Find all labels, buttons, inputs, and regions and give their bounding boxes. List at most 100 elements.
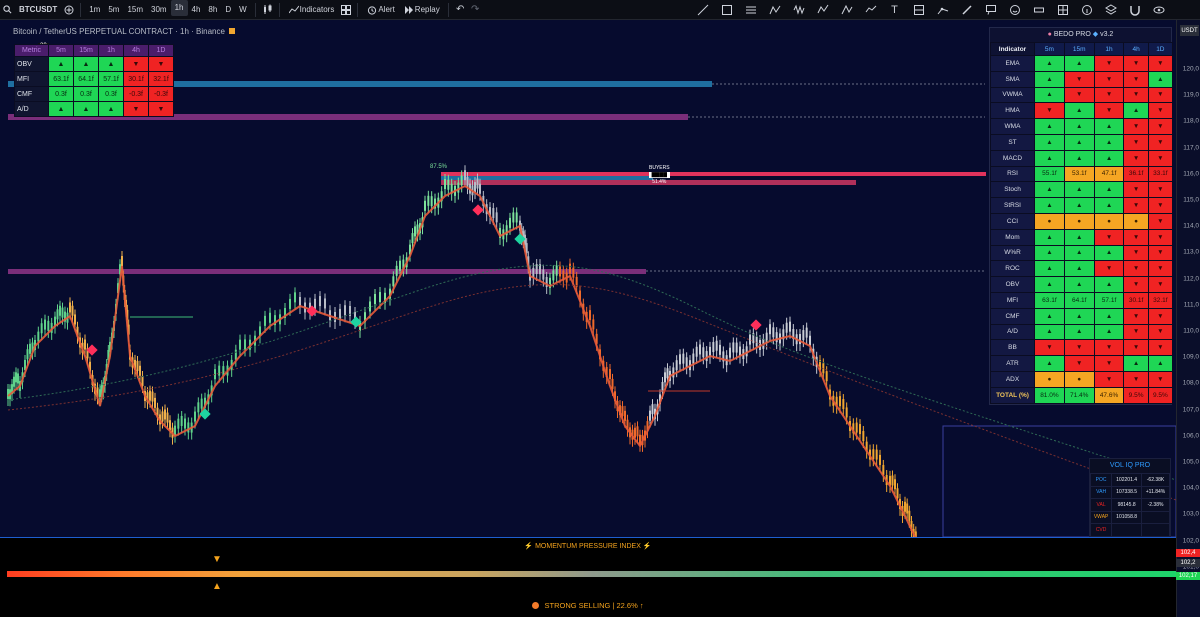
indicator-signal: ▲ bbox=[1147, 355, 1174, 372]
callout-icon[interactable] bbox=[979, 0, 1002, 20]
pattern-icon[interactable] bbox=[763, 0, 786, 20]
indicator-signal: 30.1f bbox=[1123, 291, 1149, 309]
wave-icon[interactable] bbox=[787, 0, 810, 20]
indicator-label: SMA bbox=[990, 70, 1035, 88]
candle bbox=[15, 372, 17, 383]
price-tick: 102,0 bbox=[1182, 537, 1199, 545]
volume-metrics-table: Metric 5m 15m 1h 4h 1D OBV ▲ ▲ ▲ ▼ ▼ MFI 63.1f 64.1f 57… bbox=[14, 44, 174, 117]
indicator-signal: ▲ bbox=[1063, 55, 1095, 72]
indicator-signal: ▼ bbox=[1147, 244, 1174, 262]
layers-icon[interactable] bbox=[1099, 0, 1122, 20]
info-icon[interactable] bbox=[1075, 0, 1098, 20]
timeframe-30m[interactable]: 30m bbox=[147, 0, 171, 20]
indicator-signal: ▼ bbox=[1093, 55, 1125, 72]
redo-icon[interactable]: ↷ bbox=[468, 0, 483, 20]
candle bbox=[785, 322, 788, 333]
indicator-label: A/D bbox=[990, 323, 1035, 341]
symbol-search[interactable]: BTCUSDT bbox=[15, 0, 61, 20]
timeframe-1h[interactable]: 1h bbox=[170, 0, 188, 16]
indicator-label: BB bbox=[990, 339, 1035, 357]
indicator-signal: ▲ bbox=[1123, 102, 1149, 120]
candle bbox=[200, 398, 203, 409]
candle bbox=[569, 263, 571, 274]
smile-icon[interactable] bbox=[1003, 0, 1026, 20]
indicator-table-header: 4h bbox=[1123, 42, 1149, 56]
indicator-signal: ● bbox=[1063, 370, 1095, 388]
indicator-label: W%R bbox=[990, 244, 1035, 262]
mpi-status-text: STRONG SELLING bbox=[544, 601, 611, 610]
timeframe-5m[interactable]: 5m bbox=[104, 0, 123, 20]
candle bbox=[44, 319, 46, 330]
eye-icon[interactable] bbox=[1147, 0, 1170, 20]
indicator-signal: ● bbox=[1034, 370, 1065, 388]
indicator-label: CMF bbox=[990, 307, 1035, 325]
timeframe-8h[interactable]: 8h bbox=[204, 0, 221, 20]
small-table-cell: 0.3f bbox=[48, 86, 74, 102]
indicator-signal: ● bbox=[1034, 212, 1065, 230]
timeframe-w[interactable]: W bbox=[235, 0, 251, 20]
small-table-header: 1h bbox=[98, 44, 124, 57]
indicator-signal: ▲ bbox=[1093, 197, 1125, 214]
indicator-signal: ▼ bbox=[1123, 339, 1149, 357]
replay-button[interactable]: Replay bbox=[399, 0, 444, 20]
indicator-label: ADX bbox=[990, 370, 1035, 388]
vol-iq-value: 101058.8 bbox=[1111, 510, 1143, 524]
indicator-signal: ▼ bbox=[1123, 70, 1149, 88]
indicator-label: MFI bbox=[990, 291, 1035, 309]
forecast-icon[interactable] bbox=[931, 0, 954, 20]
indicator-signal: ▲ bbox=[1034, 228, 1065, 246]
timeframe-4h[interactable]: 4h bbox=[188, 0, 205, 20]
candle bbox=[634, 427, 636, 438]
indicator-signal: ▼ bbox=[1147, 323, 1174, 341]
candle bbox=[17, 373, 19, 384]
candle bbox=[906, 503, 909, 514]
trend-line-icon[interactable] bbox=[691, 0, 714, 20]
magnet-icon[interactable] bbox=[1123, 0, 1146, 20]
candle bbox=[154, 397, 156, 408]
vol-iq-row: VAH 107338.5 +11.84% bbox=[1089, 485, 1170, 499]
plus-circle-icon[interactable] bbox=[61, 0, 76, 20]
layout-grid-icon[interactable] bbox=[338, 0, 353, 20]
candle bbox=[84, 339, 86, 350]
candle bbox=[7, 388, 9, 399]
price-axis[interactable]: 120,0 119,0 118,0 117,0 116,0 115,0 114,0 113,0… bbox=[1176, 20, 1200, 617]
fib-icon[interactable] bbox=[739, 0, 762, 20]
undo-icon[interactable]: ↶ bbox=[453, 0, 468, 20]
timeframe-d[interactable]: D bbox=[221, 0, 235, 20]
text-tool-icon[interactable]: T bbox=[883, 0, 906, 20]
path-icon[interactable] bbox=[859, 0, 882, 20]
candle bbox=[666, 368, 669, 379]
axis-currency[interactable]: USDT bbox=[1180, 25, 1199, 36]
elliott-icon[interactable] bbox=[811, 0, 834, 20]
indicator-signal: ▼ bbox=[1093, 339, 1125, 357]
vol-iq-row: CVD bbox=[1089, 523, 1170, 537]
small-table-cell: -0.3f bbox=[123, 86, 149, 102]
candle bbox=[904, 501, 906, 512]
brush-icon[interactable] bbox=[955, 0, 978, 20]
candle bbox=[187, 422, 190, 433]
separator bbox=[447, 2, 449, 17]
zigzag-icon[interactable] bbox=[835, 0, 858, 20]
search-icon[interactable] bbox=[0, 0, 15, 20]
flag-icon bbox=[228, 28, 235, 34]
indicator-signal: 63.1f bbox=[1034, 291, 1065, 309]
candles-icon[interactable] bbox=[260, 0, 275, 20]
candle bbox=[769, 324, 771, 335]
indicator-signal: ▼ bbox=[1147, 86, 1174, 104]
indicator-signal: ▲ bbox=[1123, 355, 1149, 372]
indicators-icon bbox=[288, 0, 300, 20]
table-icon[interactable] bbox=[1051, 0, 1074, 20]
ruler-icon[interactable] bbox=[1027, 0, 1050, 20]
indicator-row: RSI 55.1f 53.1f 47.1f 36.1f 33.1f bbox=[990, 165, 1174, 183]
indicator-signal: ▼ bbox=[1147, 181, 1174, 199]
timeframe-15m[interactable]: 15m bbox=[123, 0, 147, 20]
indicators-button[interactable]: Indicators bbox=[284, 0, 339, 20]
candle bbox=[559, 266, 561, 277]
candle bbox=[896, 488, 899, 499]
alert-button[interactable]: Alert bbox=[362, 0, 398, 20]
timeframe-1m[interactable]: 1m bbox=[85, 0, 104, 20]
small-table-cell: ▼ bbox=[148, 101, 174, 117]
rectangle-icon[interactable] bbox=[715, 0, 738, 20]
indicator-label: StRSI bbox=[990, 197, 1035, 214]
long-position-icon[interactable] bbox=[907, 0, 930, 20]
